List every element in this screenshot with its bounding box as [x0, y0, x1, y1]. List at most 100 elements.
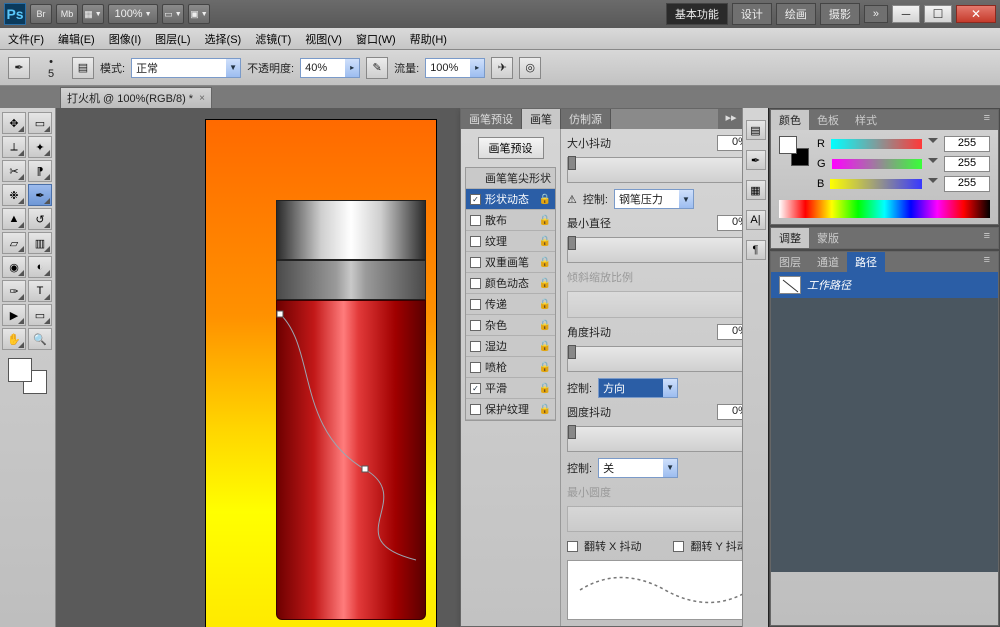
- dodge-tool[interactable]: ◐: [28, 256, 52, 278]
- canvas-area[interactable]: 画笔预设 画笔 仿制源 ▸▸≡ 画笔预设 画笔笔尖形状 ✓形状动态🔒 散布🔒 纹…: [56, 108, 742, 627]
- path-item-work-path[interactable]: 工作路径: [771, 272, 998, 298]
- tab-channels[interactable]: 通道: [809, 252, 847, 272]
- gradient-tool[interactable]: ▥: [28, 232, 52, 254]
- menu-help[interactable]: 帮助(H): [410, 31, 447, 47]
- r-slider[interactable]: [831, 139, 922, 149]
- blur-tool[interactable]: ◉: [2, 256, 26, 278]
- brush-preset-button[interactable]: 画笔预设: [478, 137, 544, 159]
- item-wet-edges[interactable]: 湿边🔒: [466, 336, 555, 357]
- history-icon[interactable]: ▤: [746, 120, 766, 140]
- brush-presets-icon[interactable]: ✒: [746, 150, 766, 170]
- close-button[interactable]: ✕: [956, 5, 996, 23]
- marquee-tool[interactable]: ▭: [28, 112, 52, 134]
- menu-view[interactable]: 视图(V): [305, 31, 342, 47]
- brush-tool[interactable]: ✒: [28, 184, 52, 206]
- flow-input[interactable]: 100%▸: [425, 58, 485, 78]
- view-layout-button[interactable]: ▦: [82, 4, 104, 24]
- angle-jitter-slider[interactable]: [567, 346, 742, 372]
- eraser-tool[interactable]: ▱: [2, 232, 26, 254]
- item-scattering[interactable]: 散布🔒: [466, 210, 555, 231]
- airbrush-icon[interactable]: ✈: [491, 57, 513, 79]
- tab-brush-presets[interactable]: 画笔预设: [461, 109, 522, 129]
- item-texture[interactable]: 纹理🔒: [466, 231, 555, 252]
- menu-edit[interactable]: 编辑(E): [58, 31, 95, 47]
- g-slider[interactable]: [832, 159, 922, 169]
- pen-tool[interactable]: ✑: [2, 280, 26, 302]
- size-jitter-input[interactable]: 0%: [717, 135, 742, 151]
- tab-styles[interactable]: 样式: [847, 110, 885, 130]
- workspace-essentials[interactable]: 基本功能: [666, 3, 728, 25]
- menu-window[interactable]: 窗口(W): [356, 31, 396, 47]
- round-jitter-slider[interactable]: [567, 426, 742, 452]
- tab-paths[interactable]: 路径: [847, 252, 885, 272]
- mode-select[interactable]: 正常▼: [131, 58, 241, 78]
- control3-select[interactable]: 关▼: [598, 458, 678, 478]
- color-fgbg-swatch[interactable]: [779, 136, 809, 166]
- crop-tool[interactable]: ✂: [2, 160, 26, 182]
- b-input[interactable]: 255: [944, 176, 990, 192]
- r-input[interactable]: 255: [944, 136, 990, 152]
- maximize-button[interactable]: ☐: [924, 5, 952, 23]
- bridge-button[interactable]: Br: [30, 4, 52, 24]
- zoom-select[interactable]: 100%: [108, 4, 158, 24]
- paths-panel-menu-icon[interactable]: ≡: [976, 252, 998, 272]
- heal-tool[interactable]: ❉: [2, 184, 26, 206]
- brush-panel-toggle[interactable]: ▤: [72, 57, 94, 79]
- minimize-button[interactable]: ─: [892, 5, 920, 23]
- tab-brush[interactable]: 画笔: [522, 109, 561, 129]
- item-color-dynamics[interactable]: 颜色动态🔒: [466, 273, 555, 294]
- item-tip-shape[interactable]: 画笔笔尖形状: [466, 168, 555, 189]
- minibridge-button[interactable]: Mb: [56, 4, 78, 24]
- tab-layers[interactable]: 图层: [771, 252, 809, 272]
- character-icon[interactable]: A|: [746, 210, 766, 230]
- g-input[interactable]: 255: [944, 156, 990, 172]
- lasso-tool[interactable]: ⟂: [2, 136, 26, 158]
- document-close-icon[interactable]: ×: [199, 93, 205, 104]
- history-brush-tool[interactable]: ↺: [28, 208, 52, 230]
- min-diameter-input[interactable]: 0%: [717, 215, 742, 231]
- menu-select[interactable]: 选择(S): [205, 31, 242, 47]
- item-noise[interactable]: 杂色🔒: [466, 315, 555, 336]
- angle-jitter-input[interactable]: 0%: [717, 324, 742, 340]
- item-shape-dynamics[interactable]: ✓形状动态🔒: [466, 189, 555, 210]
- path-select-tool[interactable]: ▶: [2, 304, 26, 326]
- menu-layer[interactable]: 图层(L): [155, 31, 190, 47]
- paragraph-icon[interactable]: ¶: [746, 240, 766, 260]
- eyedropper-tool[interactable]: ⁋: [28, 160, 52, 182]
- item-protect-texture[interactable]: 保护纹理🔒: [466, 399, 555, 420]
- round-jitter-input[interactable]: 0%: [717, 404, 742, 420]
- tab-swatches[interactable]: 色板: [809, 110, 847, 130]
- tab-adjustments[interactable]: 调整: [771, 228, 809, 248]
- item-airbrush[interactable]: 喷枪🔒: [466, 357, 555, 378]
- tab-color[interactable]: 颜色: [771, 110, 809, 130]
- b-slider[interactable]: [830, 179, 922, 189]
- opacity-input[interactable]: 40%▸: [300, 58, 360, 78]
- size-jitter-slider[interactable]: [567, 157, 742, 183]
- control1-select[interactable]: 钢笔压力▼: [614, 189, 694, 209]
- foreground-background-swatch[interactable]: [8, 358, 47, 394]
- adjust-panel-menu-icon[interactable]: ≡: [976, 228, 998, 248]
- tool-preset-icon[interactable]: ✒: [8, 57, 30, 79]
- screen-mode-button[interactable]: ▣: [188, 4, 210, 24]
- flip-y-checkbox[interactable]: [673, 541, 684, 552]
- color-spectrum[interactable]: [779, 200, 990, 218]
- flip-x-checkbox[interactable]: [567, 541, 578, 552]
- menu-image[interactable]: 图像(I): [109, 31, 141, 47]
- swatch-icon[interactable]: ▦: [746, 180, 766, 200]
- tab-clone-source[interactable]: 仿制源: [561, 109, 611, 129]
- menu-file[interactable]: 文件(F): [8, 31, 44, 47]
- workspace-design[interactable]: 设计: [732, 3, 772, 25]
- opacity-pressure-icon[interactable]: ✎: [366, 57, 388, 79]
- panel-collapse-icon[interactable]: ▸▸: [718, 109, 742, 129]
- control2-select[interactable]: 方向▼: [598, 378, 678, 398]
- tablet-pressure-icon[interactable]: ◎: [519, 57, 541, 79]
- type-tool[interactable]: T: [28, 280, 52, 302]
- item-transfer[interactable]: 传递🔒: [466, 294, 555, 315]
- menu-filter[interactable]: 滤镜(T): [255, 31, 291, 47]
- shape-tool[interactable]: ▭: [28, 304, 52, 326]
- workspace-photography[interactable]: 摄影: [820, 3, 860, 25]
- min-diameter-slider[interactable]: [567, 237, 742, 263]
- move-tool[interactable]: ✥: [2, 112, 26, 134]
- zoom-tool[interactable]: 🔍: [28, 328, 52, 350]
- workspace-more[interactable]: »: [864, 5, 888, 23]
